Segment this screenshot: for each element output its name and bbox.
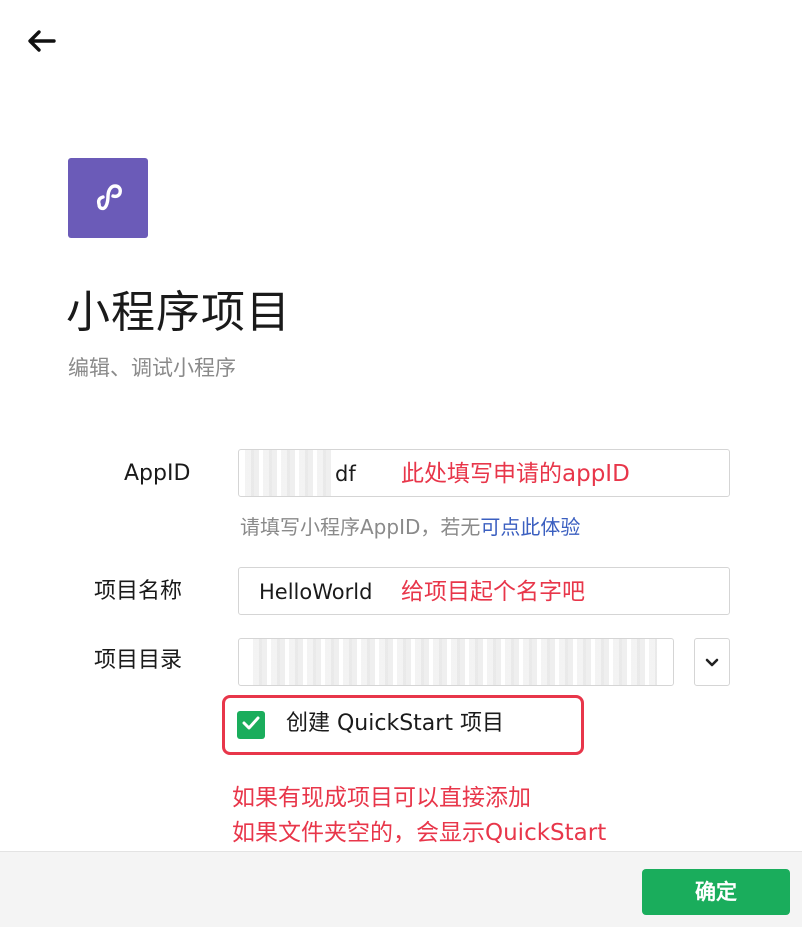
checkmark-icon (241, 715, 261, 735)
back-button[interactable] (24, 26, 58, 60)
try-it-link[interactable]: 可点此体验 (480, 515, 580, 539)
project-name-label: 项目名称 (94, 579, 183, 604)
appid-annotation: 此处填写申请的appID (401, 461, 630, 487)
note-line-1: 如果有现成项目可以直接添加 (232, 785, 531, 811)
appid-label: AppID (124, 461, 191, 486)
note-line-2: 如果文件夹空的，会显示QuickStart (232, 820, 607, 846)
project-name-annotation: 给项目起个名字吧 (401, 579, 585, 605)
appid-hint-text: 请填写小程序AppID，若无 (240, 515, 481, 539)
project-dir-input[interactable] (238, 638, 674, 686)
mini-program-logo-icon (88, 176, 128, 220)
project-name-input[interactable]: HelloWorld 给项目起个名字吧 (238, 567, 730, 615)
appid-value: df (335, 462, 356, 486)
masked-appid-region (245, 450, 333, 496)
quickstart-checkbox[interactable] (237, 711, 265, 739)
quickstart-label[interactable]: 创建 QuickStart 项目 (286, 709, 504, 739)
confirm-button[interactable]: 确定 (642, 869, 790, 915)
appid-input[interactable]: df 此处填写申请的appID (238, 449, 730, 497)
project-dir-label: 项目目录 (94, 648, 183, 673)
appid-hint: 请填写小程序AppID，若无可点此体验 (240, 512, 580, 542)
project-name-value: HelloWorld (259, 580, 373, 604)
mini-program-logo (68, 158, 148, 238)
page-subtitle: 编辑、调试小程序 (68, 356, 236, 380)
masked-directory-path (253, 639, 657, 685)
page-title: 小程序项目 (66, 287, 291, 338)
chevron-down-icon (705, 653, 719, 672)
arrow-left-icon (26, 29, 56, 57)
project-dir-dropdown-button[interactable] (694, 638, 730, 686)
